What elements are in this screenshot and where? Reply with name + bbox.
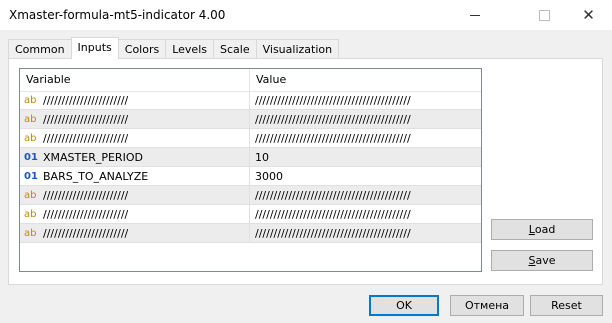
value-cell[interactable]: ////////////////////////////////////////… <box>250 129 481 147</box>
value-cell[interactable]: ////////////////////////////////////////… <box>250 91 481 109</box>
variable-value[interactable]: 3000 <box>255 170 283 183</box>
header-variable[interactable]: Variable <box>20 69 250 91</box>
variable-name: BARS_TO_ANALYZE <box>43 169 149 183</box>
string-type-icon: ab <box>24 227 37 239</box>
variable-value[interactable]: ////////////////////////////////////////… <box>255 227 411 240</box>
tab-colors[interactable]: Colors <box>117 39 167 59</box>
string-type-icon: ab <box>24 113 37 125</box>
string-type-icon: ab <box>24 132 37 144</box>
save-button[interactable]: Save <box>491 250 593 271</box>
save-label: ave <box>535 254 556 267</box>
variable-name: /////////////////////// <box>43 188 129 202</box>
value-cell[interactable]: ////////////////////////////////////////… <box>250 205 481 223</box>
tab-inputs[interactable]: Inputs <box>70 37 119 59</box>
variable-name: /////////////////////// <box>43 226 129 240</box>
window-title: Xmaster-formula-mt5-indicator 4.00 <box>9 8 226 22</box>
integer-type-icon: 01 <box>24 170 38 182</box>
save-accel: S <box>528 254 536 267</box>
variable-cell: ab /////////////////////// <box>20 91 250 109</box>
table-header: Variable Value <box>20 69 481 92</box>
cancel-button[interactable]: Отмена <box>450 295 524 316</box>
string-type-icon: ab <box>24 94 37 106</box>
table-row[interactable]: ab /////////////////////// /////////////… <box>20 110 481 129</box>
variable-cell: ab /////////////////////// <box>20 129 250 147</box>
table-row[interactable]: 01 BARS_TO_ANALYZE 3000 <box>20 167 481 186</box>
string-type-icon: ab <box>24 189 37 201</box>
variable-value[interactable]: ////////////////////////////////////////… <box>255 113 411 126</box>
integer-type-icon: 01 <box>24 151 38 163</box>
header-value[interactable]: Value <box>250 69 481 91</box>
variable-cell: ab /////////////////////// <box>20 110 250 128</box>
maximize-button <box>522 0 567 30</box>
table-row[interactable]: 01 XMASTER_PERIOD 10 <box>20 148 481 167</box>
tab-strip: Common Inputs Colors Levels Scale Visual… <box>8 37 340 59</box>
tab-scale[interactable]: Scale <box>213 39 257 59</box>
variable-name: /////////////////////// <box>43 207 129 221</box>
variable-cell: ab /////////////////////// <box>20 186 250 204</box>
maximize-icon <box>539 9 550 21</box>
tab-levels[interactable]: Levels <box>165 39 214 59</box>
minimize-icon <box>469 14 480 16</box>
variable-cell: ab /////////////////////// <box>20 205 250 223</box>
variable-cell: 01 XMASTER_PERIOD <box>20 148 250 166</box>
close-button[interactable]: ✕ <box>566 0 611 30</box>
value-cell[interactable]: ////////////////////////////////////////… <box>250 186 481 204</box>
table-row[interactable]: ab /////////////////////// /////////////… <box>20 129 481 148</box>
variable-value[interactable]: ////////////////////////////////////////… <box>255 208 411 221</box>
value-cell[interactable]: 3000 <box>250 167 481 185</box>
inputs-table: Variable Value ab //////////////////////… <box>19 68 482 272</box>
load-button[interactable]: Load <box>491 219 593 240</box>
close-icon: ✕ <box>582 6 595 24</box>
table-row[interactable]: ab /////////////////////// /////////////… <box>20 205 481 224</box>
value-cell[interactable]: ////////////////////////////////////////… <box>250 224 481 242</box>
variable-name: /////////////////////// <box>43 131 129 145</box>
variable-name: /////////////////////// <box>43 112 129 126</box>
title-bar: Xmaster-formula-mt5-indicator 4.00 ✕ <box>0 0 612 30</box>
variable-name: XMASTER_PERIOD <box>43 150 143 164</box>
table-row[interactable]: ab /////////////////////// /////////////… <box>20 224 481 243</box>
reset-button[interactable]: Reset <box>530 295 603 316</box>
ok-button[interactable]: OK <box>369 295 439 316</box>
variable-cell: 01 BARS_TO_ANALYZE <box>20 167 250 185</box>
value-cell[interactable]: 10 <box>250 148 481 166</box>
variable-cell: ab /////////////////////// <box>20 224 250 242</box>
variable-value[interactable]: ////////////////////////////////////////… <box>255 132 411 145</box>
tab-visualization[interactable]: Visualization <box>255 39 340 59</box>
variable-value[interactable]: 10 <box>255 151 269 164</box>
string-type-icon: ab <box>24 208 37 220</box>
variable-value[interactable]: ////////////////////////////////////////… <box>255 94 411 107</box>
value-cell[interactable]: ////////////////////////////////////////… <box>250 110 481 128</box>
table-row[interactable]: ab /////////////////////// /////////////… <box>20 91 481 110</box>
table-row[interactable]: ab /////////////////////// /////////////… <box>20 186 481 205</box>
minimize-button[interactable] <box>452 0 497 30</box>
load-label: oad <box>534 223 556 236</box>
tab-common[interactable]: Common <box>8 39 72 59</box>
variable-value[interactable]: ////////////////////////////////////////… <box>255 189 411 202</box>
variable-name: /////////////////////// <box>43 93 129 107</box>
